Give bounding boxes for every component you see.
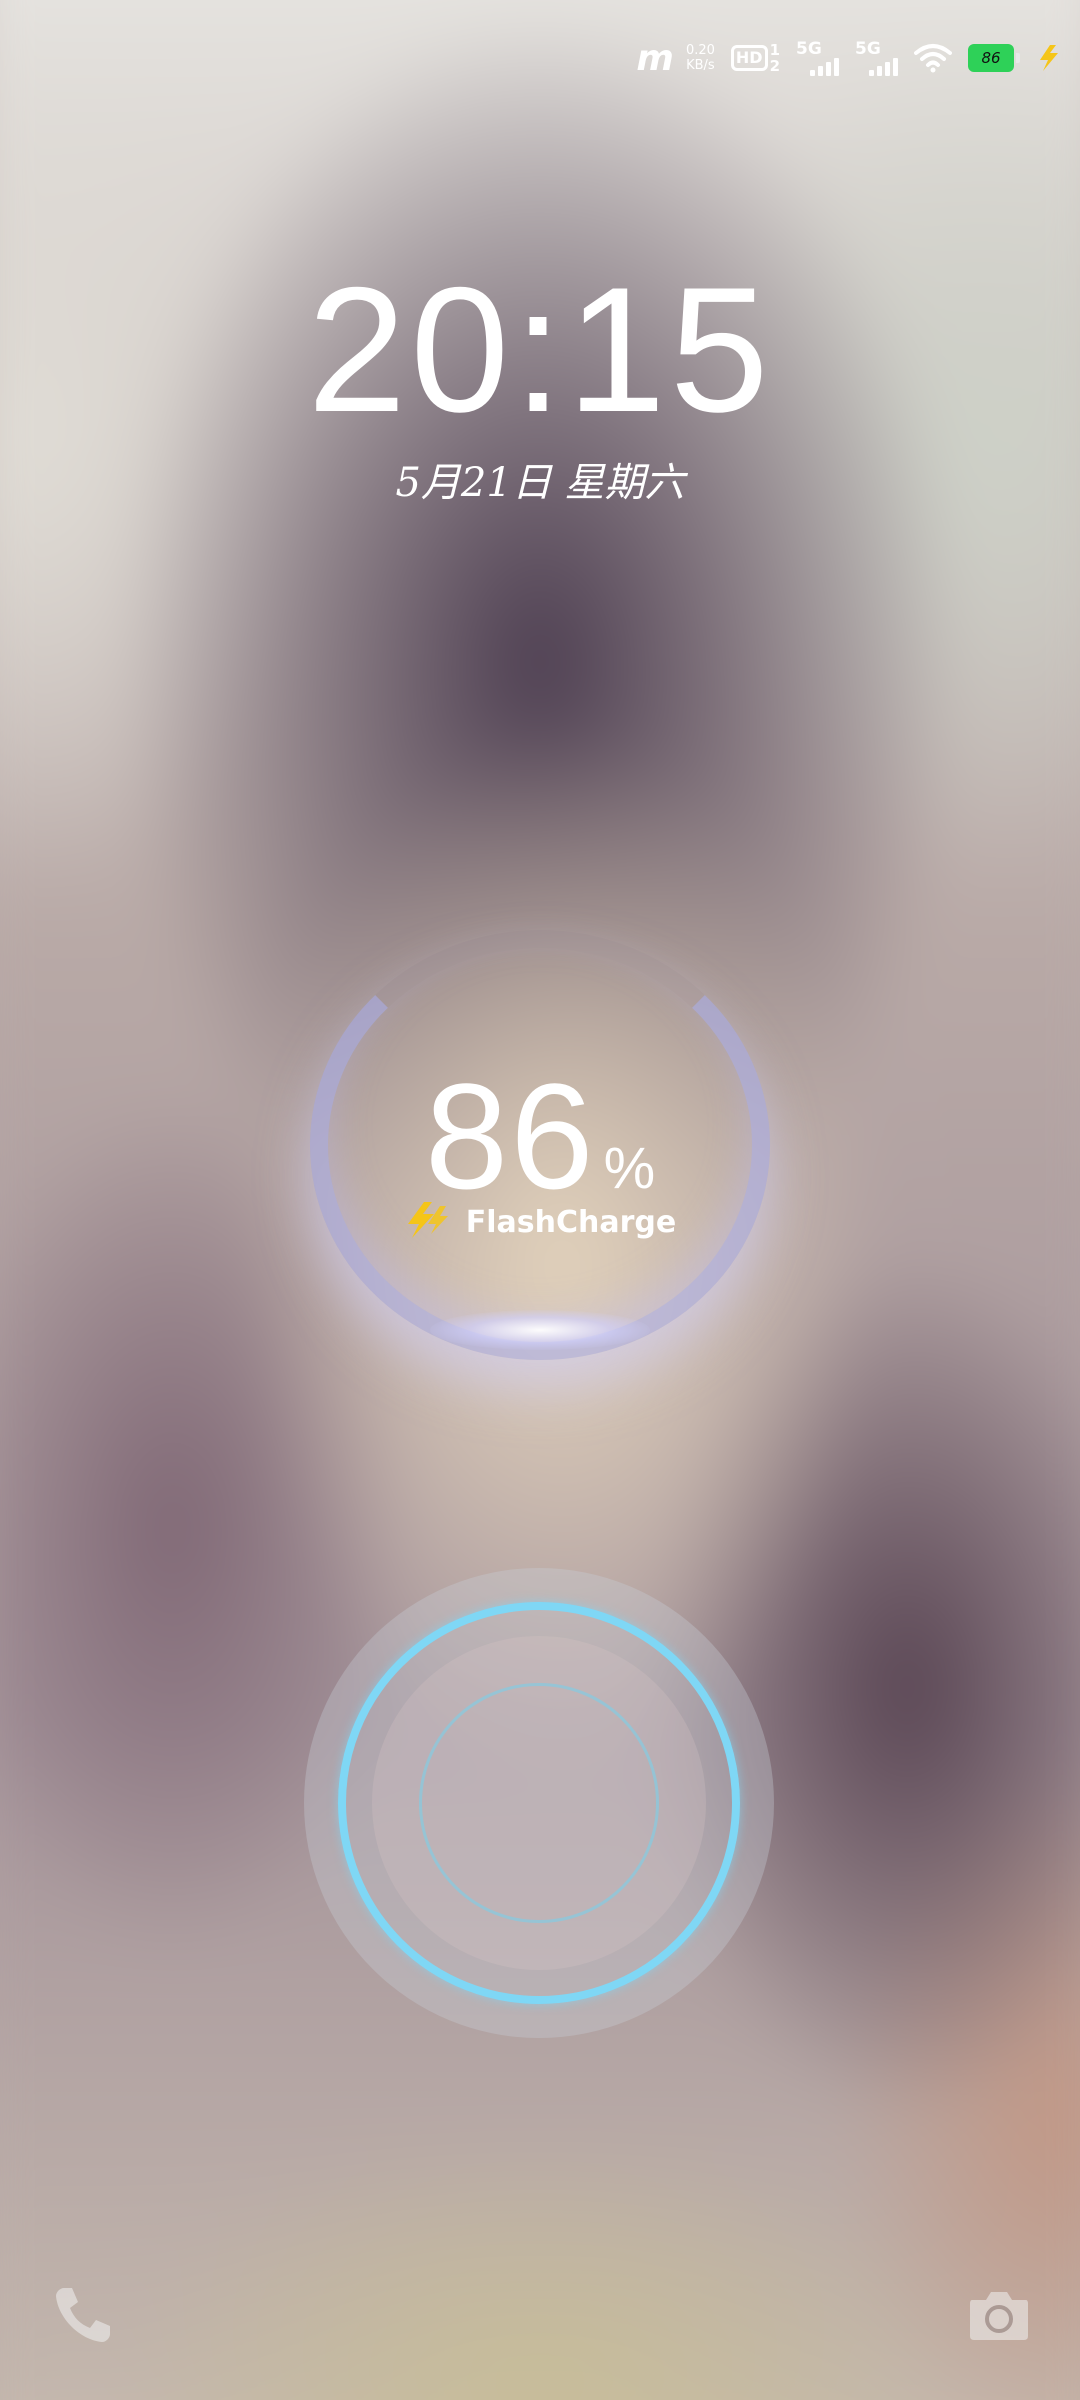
carrier-logo-icon: m [636, 37, 673, 79]
sim1-signal-icon: 5G [796, 40, 839, 76]
camera-shortcut-button[interactable] [966, 2282, 1032, 2348]
network-speed-unit: KB/s [686, 58, 715, 73]
battery-percent-sign: % [603, 1136, 656, 1201]
flashcharge-indicator: FlashCharge [0, 1200, 1080, 1244]
sim2-network-type: 5G [855, 39, 881, 59]
flashcharge-bolt-icon [404, 1200, 456, 1244]
hd-sim-1: 1 [769, 41, 780, 59]
flashcharge-label: FlashCharge [465, 1204, 677, 1240]
status-bar: m 0.20 KB/s HD 1 2 5G 5G 86 [636, 30, 1066, 86]
phone-shortcut-button[interactable] [50, 2282, 116, 2348]
fingerprint-icon [419, 1683, 659, 1923]
battery-percentage: 86% [0, 1050, 1080, 1223]
battery-icon: 86 [968, 44, 1020, 72]
sim1-network-type: 5G [796, 39, 822, 59]
lockscreen-date: 5月21日 星期六 [395, 460, 685, 506]
lockscreen-clock: 20:15 [307, 250, 773, 449]
hd-icon: HD [730, 45, 768, 71]
network-speed-value: 0.20 [685, 43, 715, 58]
network-speed: 0.20 KB/s [686, 43, 715, 73]
phone-icon [50, 2288, 116, 2352]
camera-icon [966, 2292, 1032, 2352]
fingerprint-sensor[interactable] [304, 1568, 774, 2038]
battery-level: 86 [968, 44, 1014, 72]
charging-bolt-icon [1036, 43, 1066, 73]
battery-percent-value: 86 [424, 1052, 596, 1220]
sim2-signal-icon: 5G [855, 40, 898, 76]
hd-voice-indicator: HD 1 2 [730, 41, 780, 75]
hd-sim-2: 2 [769, 57, 780, 75]
wifi-icon [914, 43, 952, 73]
